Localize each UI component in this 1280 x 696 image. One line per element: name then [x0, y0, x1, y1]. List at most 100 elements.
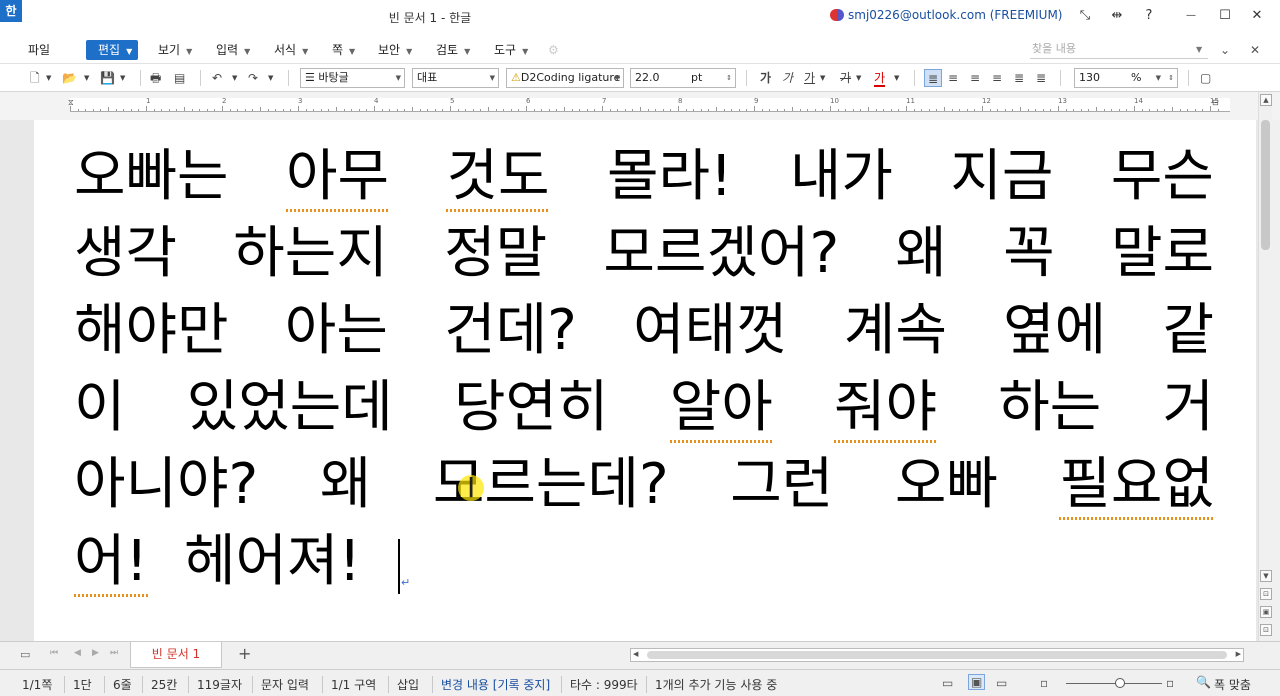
document-page[interactable]: 오빠는 아무 것도 몰라! 내가 지금 무슨 생각 하는지 정말 모르겠어? 왜 꼭 말로 해야만 아는 건데?… — [34, 120, 1256, 641]
chevron-down-icon[interactable]: ▼ — [856, 69, 861, 87]
document-word[interactable]: 아니야? — [74, 450, 258, 520]
add-tab-button[interactable]: + — [238, 644, 251, 663]
document-word[interactable]: 아는 — [285, 296, 388, 366]
tab-list-icon[interactable]: ▭ — [20, 648, 30, 661]
print-preview-icon[interactable]: ▤ — [174, 69, 185, 87]
document-word[interactable]: 오빠는 — [74, 142, 229, 212]
view-normal-icon[interactable]: ▭ — [942, 676, 953, 690]
view-page-icon[interactable]: ▣ — [968, 674, 986, 690]
right-indent-marker-icon[interactable]: ⊟ — [1212, 98, 1219, 107]
font-language-select[interactable]: 대표 ▼ — [412, 68, 499, 88]
menu-page[interactable]: 쪽 ▼ — [332, 40, 355, 60]
zoom-in-icon[interactable]: ▫ — [1166, 676, 1174, 690]
spellcheck-word[interactable]: 필요없 — [1059, 450, 1214, 520]
chevron-down-icon[interactable]: ▼ — [232, 69, 237, 87]
document-word[interactable]: 모르겠어? — [603, 219, 839, 289]
align-left-icon[interactable]: ≡ — [948, 69, 958, 87]
font-name-select[interactable]: ⚠D2Coding ligature ▼ — [506, 68, 624, 88]
scroll-down-icon[interactable]: ▼ — [1260, 570, 1272, 582]
page-options-icon[interactable]: ▣ — [1260, 606, 1272, 618]
document-line[interactable]: 이 있었는데 당연히 알아 줘야 하는 거 — [74, 373, 1214, 443]
zoom-fit-width[interactable]: 폭 맞춤 — [1214, 676, 1251, 693]
find-close-icon[interactable]: ✕ — [1250, 40, 1260, 60]
menu-file[interactable]: 파일 — [28, 40, 50, 60]
strikethrough-button[interactable]: 가 — [840, 69, 851, 87]
document-word[interactable]: 왜 — [320, 450, 372, 520]
minimize-button[interactable]: — — [1180, 6, 1202, 26]
menu-review[interactable]: 검토 ▼ — [436, 40, 470, 60]
indent-marker-icon[interactable]: ⧖ — [68, 98, 74, 108]
spellcheck-word[interactable]: 것도 — [446, 142, 550, 212]
zoom-slider[interactable] — [1066, 683, 1162, 684]
status-mode[interactable]: 문자 입력 — [252, 676, 309, 693]
vertical-scroll-thumb[interactable] — [1261, 120, 1270, 250]
tab-first-icon[interactable]: ⏮ — [50, 648, 58, 658]
chevron-down-icon[interactable]: ▼ — [894, 69, 899, 87]
vertical-scrollbar[interactable]: ▲ ▼ ⊡ ▣ ⊡ — [1258, 92, 1272, 641]
account-info[interactable]: smj0226@outlook.com (FREEMIUM) — [830, 8, 1063, 22]
document-word[interactable]: 하는 — [998, 373, 1101, 443]
document-line[interactable]: 해야만 아는 건데? 여태껏 계속 옆에 같 — [74, 296, 1214, 366]
spellcheck-word[interactable]: 줘야 — [833, 373, 938, 443]
bold-button[interactable]: 가 — [760, 69, 771, 87]
open-folder-icon[interactable]: 📂 — [62, 69, 77, 87]
addon-icon[interactable]: ⚙ — [548, 40, 559, 60]
document-word[interactable]: 헤어져! — [184, 527, 361, 597]
document-word[interactable]: 말로 — [1111, 219, 1214, 289]
document-word[interactable]: 내가 — [790, 142, 893, 212]
document-word[interactable]: 이 — [74, 373, 126, 443]
font-size-input[interactable]: 22.0 pt ⇕ — [630, 68, 736, 88]
status-page[interactable]: 1/1쪽 — [22, 676, 52, 693]
document-word[interactable]: 옆에 — [1003, 296, 1106, 366]
document-word[interactable]: 같 — [1162, 296, 1214, 366]
document-word[interactable]: 거 — [1162, 373, 1214, 443]
document-word[interactable]: 생각 — [74, 219, 177, 289]
document-word[interactable]: 계속 — [844, 296, 947, 366]
fullscreen-icon[interactable]: ⤡ — [1074, 6, 1096, 26]
document-word[interactable]: 몰라! — [607, 142, 733, 212]
spellcheck-word[interactable]: 어! — [74, 527, 148, 597]
style-select[interactable]: ☰ 바탕글 ▼ — [300, 68, 405, 88]
zoom-slider-handle[interactable] — [1115, 678, 1125, 688]
menu-view[interactable]: 보기 ▼ — [158, 40, 192, 60]
document-word[interactable]: 그런 — [730, 450, 833, 520]
menu-insert[interactable]: 입력 ▼ — [216, 40, 250, 60]
save-icon[interactable]: 💾 — [100, 69, 115, 87]
status-track-changes[interactable]: 변경 내용 [기록 중지] — [432, 676, 550, 693]
document-word[interactable]: 오빠 — [895, 450, 998, 520]
document-line[interactable]: 아니야? 왜 모르는데? 그런 오빠 필요없 — [74, 450, 1214, 520]
document-word[interactable]: 있었는데 — [187, 373, 393, 443]
chevron-down-icon[interactable]: ▼ — [268, 69, 273, 87]
maximize-button[interactable]: ☐ — [1214, 6, 1236, 26]
horizontal-scrollbar[interactable]: ◀ ▶ — [630, 648, 1244, 662]
close-button[interactable]: ✕ — [1246, 6, 1268, 26]
document-line[interactable]: 어! 헤어져! — [74, 527, 1214, 597]
redo-icon[interactable]: ↷ — [248, 69, 258, 87]
new-document-icon[interactable]: 🗋 — [30, 69, 40, 87]
document-word[interactable]: 당연히 — [454, 373, 609, 443]
align-justify-icon[interactable]: ≣ — [924, 69, 942, 87]
document-line[interactable]: 생각 하는지 정말 모르겠어? 왜 꼭 말로 — [74, 219, 1214, 289]
find-input[interactable]: 찾을 내용 — [1030, 39, 1208, 59]
horizontal-scroll-thumb[interactable] — [647, 651, 1227, 659]
tab-next-icon[interactable]: ▶ — [92, 648, 99, 658]
menu-format[interactable]: 서식 ▼ — [274, 40, 308, 60]
chevron-down-icon[interactable]: ▼ — [820, 69, 825, 87]
scroll-right-icon[interactable]: ▶ — [1236, 650, 1241, 658]
find-dropdown-icon[interactable]: ▼ — [1196, 40, 1202, 60]
zoom-out-icon[interactable]: ▫ — [1040, 676, 1048, 690]
document-word[interactable]: 하는지 — [233, 219, 388, 289]
undo-icon[interactable]: ↶ — [212, 69, 222, 87]
document-word[interactable]: 지금 — [950, 142, 1053, 212]
document-word[interactable]: 무슨 — [1111, 142, 1214, 212]
align-right-icon[interactable]: ≡ — [992, 69, 1002, 87]
chevron-down-icon[interactable]: ▼ — [84, 69, 89, 87]
search-icon[interactable]: 🔍 — [1196, 675, 1211, 689]
align-center-icon[interactable]: ≡ — [970, 69, 980, 87]
spellcheck-word[interactable]: 아무 — [286, 142, 390, 212]
page-up-icon[interactable]: ⊡ — [1260, 588, 1272, 600]
toolbar-more-icon[interactable]: ▢ — [1200, 69, 1211, 87]
underline-button[interactable]: 가 — [804, 69, 815, 87]
align-divide-icon[interactable]: ≣ — [1036, 69, 1046, 87]
spellcheck-word[interactable]: 알아 — [669, 373, 773, 443]
